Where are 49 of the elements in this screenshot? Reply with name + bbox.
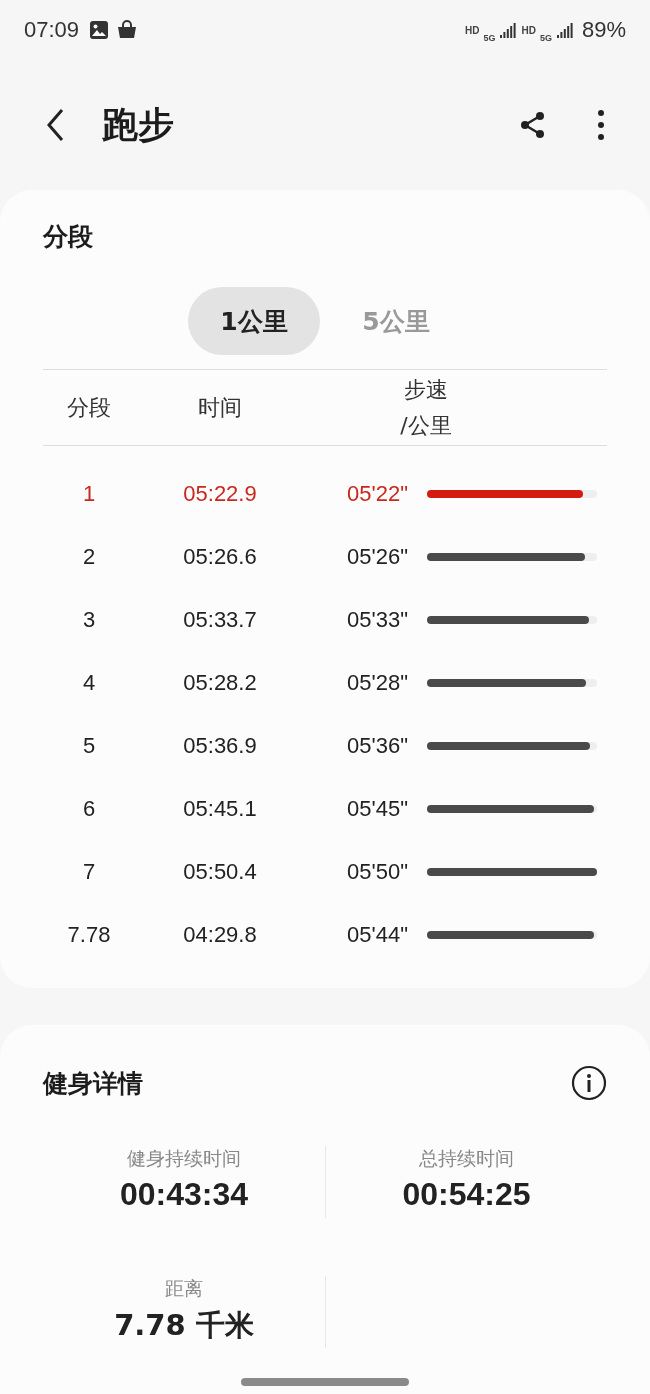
time-cell-text: 05:26.6 [182,543,258,570]
section-title: 健身详情 [43,1067,143,1100]
section-title: 分段 [43,221,94,253]
pace-cell-text: 05'36" [347,732,409,759]
image-icon [89,20,110,40]
time-cell-text: 05:36.9 [182,732,258,759]
time-cell-text: 05:22.9 [182,480,258,507]
shopping-bag-icon [117,20,138,40]
battery-percent: 89% [581,17,626,43]
stat-label: 距离 [164,1276,204,1301]
pace-cell-text: 05'45" [347,795,409,822]
segment-cell-text: 7.78 [66,921,112,948]
pace-cell-text: 05'50" [347,858,409,885]
pace-cell-text: 05'33" [347,606,409,633]
distance-tab[interactable]: 1公里 [188,287,320,355]
segment-cell-text: 3 [81,606,97,633]
stat-value: 00:43:34 [118,1176,250,1213]
stat-value: 00:54:25 [401,1176,532,1213]
segment-cell-text: 7 [81,858,97,885]
stat-label: 总持续时间 [418,1146,515,1171]
segment-cell-text: 6 [81,795,97,822]
pace-cell-text: 05'28" [347,669,409,696]
signal-icon [499,22,518,38]
column-header: 分段 [66,393,112,422]
more-options-button[interactable] [596,109,606,141]
time-cell-text: 05:45.1 [182,795,258,822]
time-cell-text: 05:33.7 [182,606,258,633]
clock-time: 07:09 [24,17,80,43]
pace-cell-text: 05'22" [347,480,409,507]
column-header: 步速 /公里 [399,375,453,440]
column-header: 时间 [197,393,243,422]
segment-cell-text: 4 [81,669,97,696]
network-label: 5G [483,33,496,43]
info-button[interactable] [571,1065,607,1101]
network-label: 5G [539,33,552,43]
pace-cell-text: 05'26" [347,543,409,570]
time-cell-text: 04:29.8 [182,921,258,948]
signal-icon [555,22,574,38]
time-cell-text: 05:50.4 [182,858,258,885]
page-title: 跑步 [102,102,175,147]
stat-value: 7.78 千米 [113,1307,255,1344]
pace-cell-text: 05'44" [347,921,409,948]
segment-cell-text: 5 [81,732,97,759]
network-label: HD [465,24,480,36]
segment-cell-text: 2 [81,543,97,570]
time-cell-text: 05:28.2 [182,669,258,696]
stat-label: 健身持续时间 [126,1146,242,1171]
segment-cell-text: 1 [81,480,97,507]
network-label: HD [521,24,536,36]
